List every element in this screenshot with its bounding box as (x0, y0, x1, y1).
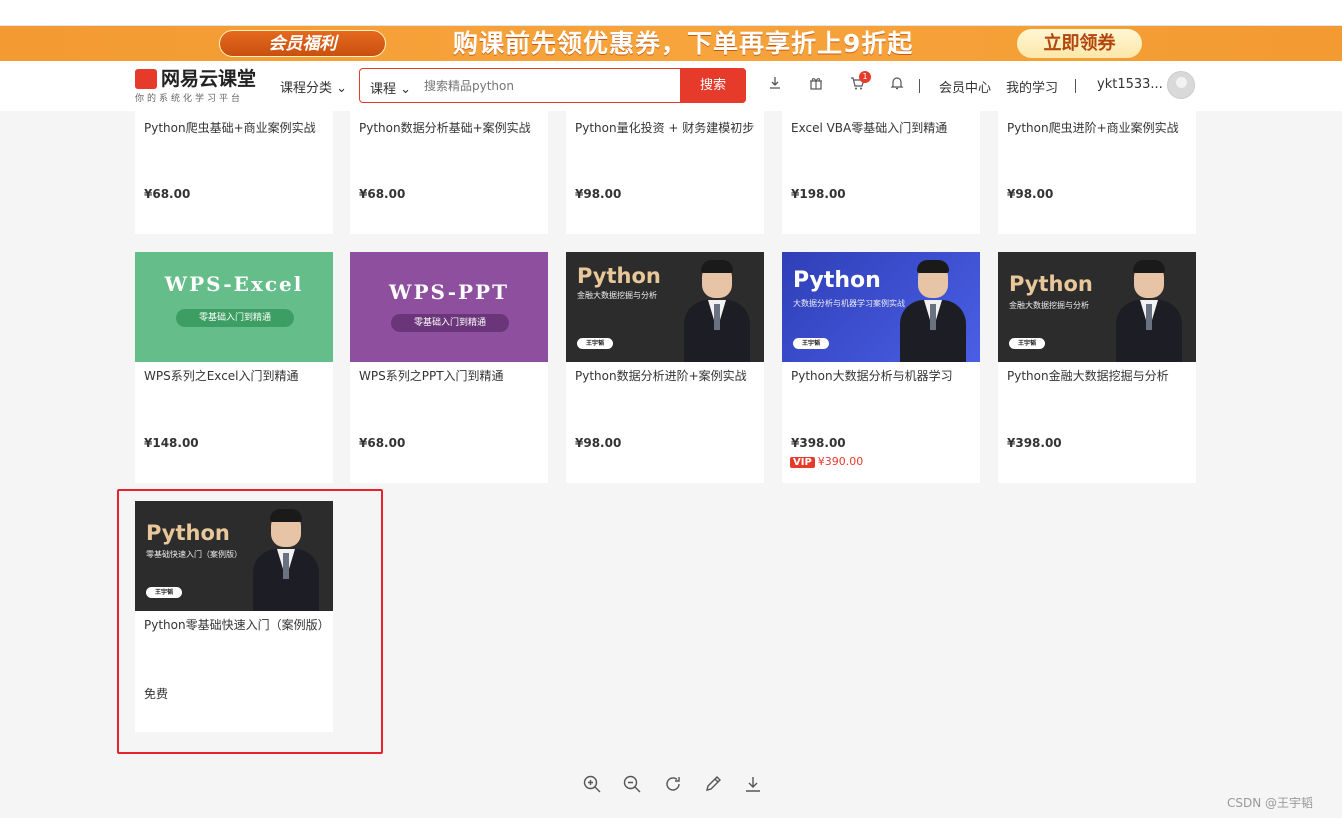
claim-coupon-button[interactable]: 立即领券 (1017, 29, 1142, 58)
course-thumbnail[interactable]: Python 金融大数据挖掘与分析 王宇韬 (566, 252, 764, 362)
vip-price-value: ¥390.00 (817, 455, 864, 468)
vip-price: VIP ¥390.00 (790, 455, 863, 468)
edit-icon[interactable] (702, 774, 724, 796)
instructor-tag: 王宇韬 (577, 338, 613, 349)
vip-badge: VIP (790, 457, 815, 468)
instructor-tag: 王宇韬 (1009, 338, 1045, 349)
course-title: Python量化投资 + 财务建模初步 (575, 121, 755, 135)
avatar[interactable] (1167, 71, 1195, 99)
search-button[interactable]: 搜索 (680, 68, 746, 103)
site-logo[interactable]: 网易云课堂 你的系统化学习平台 (135, 67, 265, 107)
course-card[interactable]: Python爬虫基础+商业案例实战 ¥68.00 (135, 111, 333, 234)
search-type-label: 课程 (370, 82, 397, 97)
header-divider (919, 79, 920, 93)
course-price: ¥98.00 (575, 436, 622, 450)
course-price: ¥98.00 (575, 187, 622, 201)
thumbnail-subtitle: 大数据分析与机器学习案例实战 (793, 299, 905, 308)
thumbnail-tag: 零基础入门到精通 (176, 309, 294, 327)
member-center-link[interactable]: 会员中心 (939, 77, 991, 96)
thumbnail-subtitle: 金融大数据挖掘与分析 (1009, 301, 1089, 310)
course-price: ¥198.00 (791, 187, 846, 201)
course-title: Python数据分析进阶+案例实战 (575, 369, 747, 383)
logo-text: 网易云课堂 (161, 68, 257, 90)
course-thumbnail[interactable]: Python 金融大数据挖掘与分析 王宇韬 (998, 252, 1196, 362)
cart-count-badge: 1 (859, 71, 871, 83)
thumbnail-title: WPS-Excel (164, 272, 304, 296)
course-price: ¥398.00 (1007, 436, 1062, 450)
gift-icon[interactable] (807, 76, 825, 94)
zoom-out-icon[interactable] (621, 774, 643, 796)
bell-icon[interactable] (888, 76, 906, 94)
thumbnail-tag: 零基础入门到精通 (391, 314, 509, 332)
course-card[interactable]: Python量化投资 + 财务建模初步 ¥98.00 (566, 111, 764, 234)
course-card[interactable]: Python数据分析基础+案例实战 ¥68.00 (350, 111, 548, 234)
thumbnail-title: WPS-PPT (389, 280, 509, 304)
thumbnail-title: Python (577, 264, 661, 288)
search-box: 课程 ⌄ 搜索 (359, 68, 746, 103)
my-learning-link[interactable]: 我的学习 (1006, 77, 1058, 96)
thumbnail-title: Python (793, 268, 881, 293)
course-category-menu[interactable]: 课程分类 ⌄ (280, 77, 347, 96)
header-divider (1075, 79, 1076, 93)
download-icon[interactable] (766, 76, 784, 94)
promo-banner[interactable]: 会员福利 购课前先领优惠券，下单再享折上9折起 立即领券 (0, 26, 1342, 61)
course-price: ¥98.00 (1007, 187, 1054, 201)
course-price: ¥148.00 (144, 436, 199, 450)
course-thumbnail[interactable]: WPS-Excel 零基础入门到精通 (135, 252, 333, 362)
course-thumbnail[interactable]: Python 大数据分析与机器学习案例实战 王宇韬 (782, 252, 980, 362)
course-thumbnail[interactable]: WPS-PPT 零基础入门到精通 (350, 252, 548, 362)
promo-headline: 购课前先领优惠券，下单再享折上9折起 (453, 29, 914, 58)
course-price: ¥68.00 (359, 187, 406, 201)
instructor-photo (896, 260, 970, 362)
search-input[interactable] (424, 76, 674, 96)
instructor-photo (680, 260, 754, 362)
course-title: WPS系列之PPT入门到精通 (359, 369, 504, 383)
course-price: ¥68.00 (144, 187, 191, 201)
chevron-down-icon: ⌄ (336, 81, 348, 96)
course-card[interactable]: Python 大数据分析与机器学习案例实战 王宇韬 Python大数据分析与机器… (782, 252, 980, 483)
watermark: CSDN @王宇韬 (1227, 796, 1314, 810)
rotate-icon[interactable] (662, 774, 684, 796)
course-title: WPS系列之Excel入门到精通 (144, 369, 299, 383)
site-header: 网易云课堂 你的系统化学习平台 课程分类 ⌄ 课程 ⌄ 搜索 1 会员中心 我的… (0, 61, 1342, 111)
username-link[interactable]: ykt1533... (1097, 77, 1163, 92)
instructor-photo (1112, 260, 1186, 362)
course-title: Excel VBA零基础入门到精通 (791, 121, 948, 135)
course-card[interactable]: Python 金融大数据挖掘与分析 王宇韬 Python金融大数据挖掘与分析 ¥… (998, 252, 1196, 483)
course-title: Python数据分析基础+案例实战 (359, 121, 531, 135)
download-icon[interactable] (742, 774, 764, 796)
course-price: ¥398.00 (791, 436, 846, 450)
search-type-select[interactable]: 课程 ⌄ (370, 78, 411, 97)
course-card[interactable]: WPS-PPT 零基础入门到精通 WPS系列之PPT入门到精通 ¥68.00 (350, 252, 548, 483)
course-card[interactable]: Python爬虫进阶+商业案例实战 ¥98.00 (998, 111, 1196, 234)
thumbnail-title: Python (1009, 272, 1093, 296)
instructor-tag: 王宇韬 (793, 338, 829, 349)
vip-welfare-badge[interactable]: 会员福利 (219, 30, 386, 57)
chevron-down-icon: ⌄ (400, 82, 412, 97)
thumbnail-subtitle: 金融大数据挖掘与分析 (577, 291, 657, 300)
zoom-in-icon[interactable] (581, 774, 603, 796)
logo-subtitle: 你的系统化学习平台 (135, 94, 244, 104)
course-title: Python金融大数据挖掘与分析 (1007, 369, 1169, 383)
course-card[interactable]: WPS-Excel 零基础入门到精通 WPS系列之Excel入门到精通 ¥148… (135, 252, 333, 483)
logo-icon (135, 69, 157, 89)
course-title: Python大数据分析与机器学习 (791, 369, 953, 383)
browser-top-strip (0, 0, 1342, 26)
course-title: Python爬虫基础+商业案例实战 (144, 121, 316, 135)
course-price: ¥68.00 (359, 436, 406, 450)
course-card[interactable]: Excel VBA零基础入门到精通 ¥198.00 (782, 111, 980, 234)
course-title: Python爬虫进阶+商业案例实战 (1007, 121, 1179, 135)
category-label: 课程分类 (280, 81, 333, 96)
course-card[interactable]: Python 金融大数据挖掘与分析 王宇韬 Python数据分析进阶+案例实战 … (566, 252, 764, 483)
highlight-box (117, 489, 383, 754)
